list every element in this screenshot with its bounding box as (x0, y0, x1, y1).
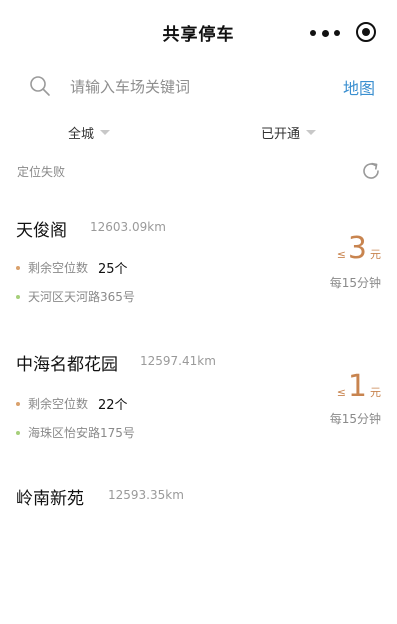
free-spots-count: 25个 (98, 262, 128, 277)
filter-status-label: 已开通 (261, 126, 301, 142)
search-icon (30, 76, 50, 96)
location-status: 定位失败 (17, 165, 66, 179)
chevron-down-icon (306, 129, 317, 135)
free-spots-row: 剩余空位数 22个 (16, 394, 128, 413)
target-icon[interactable] (356, 22, 376, 42)
lot-address: 海珠区怡安路175号 (28, 426, 135, 440)
bullet-dot-icon (16, 430, 20, 435)
list-item[interactable]: 天俊阁 12603.09km 剩余空位数 25个 天河区天河路365号 ≤ 3 … (0, 216, 397, 356)
lot-distance: 12603.09km (90, 220, 166, 234)
price-value: 3 (347, 231, 367, 266)
map-link[interactable]: 地图 (343, 75, 375, 99)
refresh-icon[interactable] (359, 159, 383, 183)
search-input[interactable] (68, 72, 322, 102)
lot-name: 天俊阁 (16, 221, 67, 241)
lot-distance: 12593.35km (108, 488, 184, 502)
free-spots-count: 22个 (98, 398, 128, 413)
free-spots-label: 剩余空位数 (28, 397, 89, 411)
more-dots-icon[interactable] (310, 25, 340, 41)
filter-status-dropdown[interactable]: 已开通 (261, 122, 317, 142)
bullet-dot-icon (16, 265, 20, 270)
price-value: 1 (347, 369, 367, 404)
lot-distance: 12597.41km (140, 354, 216, 368)
address-row: 天河区天河路365号 (16, 288, 135, 305)
lot-name: 岭南新苑 (16, 489, 84, 509)
list-item[interactable]: 中海名都花园 12597.41km 剩余空位数 22个 海珠区怡安路175号 ≤… (0, 350, 397, 490)
chevron-down-icon (100, 129, 111, 135)
price-unit: 元 (370, 386, 381, 399)
price-prefix: ≤ (336, 386, 346, 399)
free-spots-label: 剩余空位数 (28, 261, 89, 275)
filter-city-dropdown[interactable]: 全城 (68, 122, 111, 142)
list-item[interactable]: 岭南新苑 12593.35km (0, 484, 397, 624)
title-bar: 共享停车 (0, 0, 397, 62)
free-spots-row: 剩余空位数 25个 (16, 258, 128, 277)
price-period: 每15分钟 (329, 412, 381, 426)
price: ≤ 1 元 (337, 372, 381, 402)
address-row: 海珠区怡安路175号 (16, 424, 135, 441)
filter-city-label: 全城 (68, 126, 95, 142)
price-unit: 元 (370, 248, 381, 261)
price-prefix: ≤ (336, 248, 346, 261)
price-period: 每15分钟 (329, 276, 381, 290)
lot-address: 天河区天河路365号 (28, 290, 135, 304)
bullet-dot-icon (16, 294, 20, 299)
search-bar: 地图 (0, 64, 397, 108)
bullet-dot-icon (16, 401, 20, 406)
lot-name: 中海名都花园 (16, 355, 118, 375)
price: ≤ 3 元 (337, 234, 381, 264)
